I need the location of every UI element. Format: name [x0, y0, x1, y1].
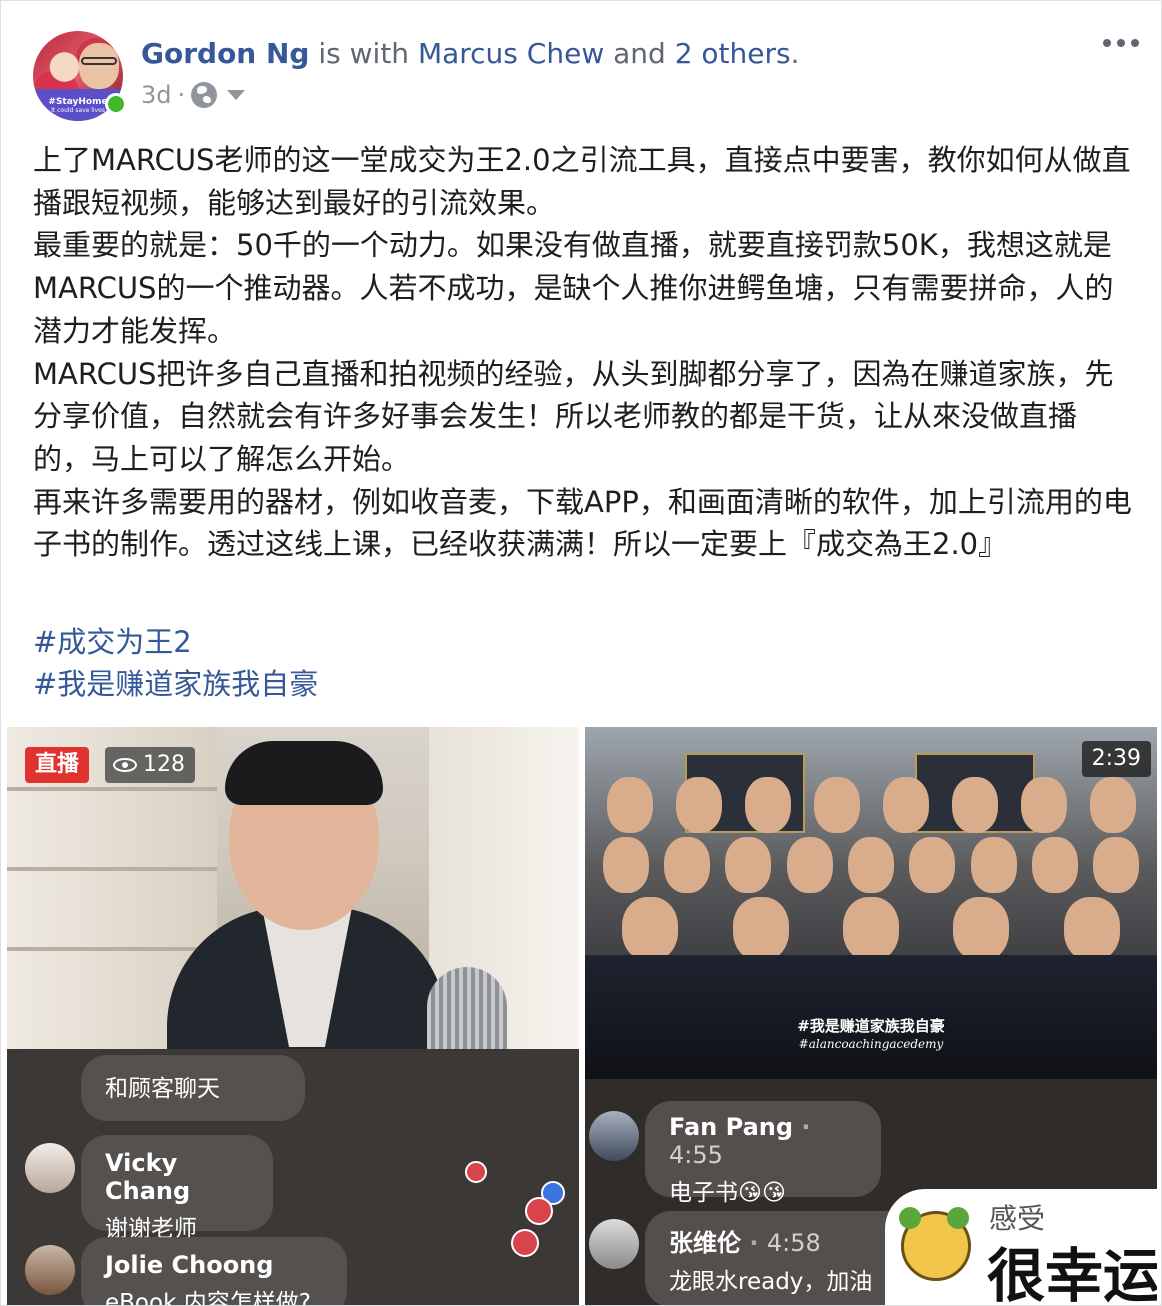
clover-icon: [947, 1207, 969, 1229]
person: [732, 897, 789, 961]
meta-separator: ·: [177, 81, 186, 109]
post-meta: 3d ·: [141, 81, 246, 109]
live-badge: 直播: [25, 747, 90, 783]
person: [953, 897, 1010, 961]
post-paragraph: MARCUS把许多自己直播和拍视频的经验，从头到脚都分享了，因為在赚道家族，先分…: [33, 356, 1114, 476]
more-dot: [1117, 39, 1125, 47]
with-text: is with: [309, 37, 418, 70]
heart-reaction-icon: [511, 1229, 539, 1257]
video-comments-overlay: Fan Pang · 4:55 电子书😘😘 张维伦 · 4:58 龙眼水read…: [585, 1079, 1157, 1305]
shelf-line: [7, 947, 217, 951]
post-text: 上了MARCUS老师的这一堂成交为王2.0之引流工具，直接点中要害，教你如何从做…: [33, 139, 1133, 566]
person: [909, 837, 956, 893]
video-watermark-tag: #我是赚道家族我自豪: [797, 1017, 945, 1035]
post-timestamp[interactable]: 3d: [141, 81, 172, 109]
shelf-line: [7, 787, 217, 791]
person: [882, 777, 929, 833]
comment-separator: ·: [749, 1229, 759, 1257]
person: [663, 837, 710, 893]
shelf-line: [7, 867, 217, 871]
feed-post: #StayHome It could save lives Gordon Ng …: [0, 0, 1162, 1306]
post-header: Gordon Ng is with Marcus Chew and 2 othe…: [141, 37, 800, 70]
more-dot: [1103, 39, 1111, 47]
tagged-user-link[interactable]: Marcus Chew: [418, 37, 604, 70]
comment-time: 4:58: [766, 1229, 821, 1257]
post-paragraph: 上了MARCUS老师的这一堂成交为王2.0之引流工具，直接点中要害，教你如何从做…: [33, 143, 1131, 220]
more-options-icon[interactable]: [1103, 39, 1139, 47]
person: [602, 837, 649, 893]
live-comments-overlay: 和顾客聊天 Vicky Chang 谢谢老师 Jolie Choong eBoo…: [7, 1049, 579, 1305]
person: [1031, 837, 1078, 893]
more-dot: [1131, 39, 1139, 47]
feeling-sticker: 感受 很幸运: [885, 1189, 1157, 1305]
person: [970, 837, 1017, 893]
person: [786, 837, 833, 893]
person: [951, 777, 998, 833]
live-video-thumbnail[interactable]: 直播 128 和顾客聊天 Vicky Chang 谢谢老师 Jolie Choo…: [7, 727, 579, 1305]
viewer-count: 128: [143, 752, 185, 777]
avatar-face: [79, 43, 119, 89]
person: [606, 777, 653, 833]
clover-icon: [899, 1207, 921, 1229]
person: [1063, 897, 1120, 961]
period-text: .: [790, 37, 800, 70]
video-watermark-sub: #alancoachingacedemy: [798, 1037, 944, 1051]
comment-bubble: Vicky Chang 谢谢老师: [81, 1135, 273, 1242]
chevron-down-icon[interactable]: [227, 90, 246, 100]
comment-bubble: Fan Pang · 4:55 电子书😘😘: [645, 1101, 881, 1206]
post-paragraph: 再来许多需要用的器材，例如收音麦，下载APP，和画面清晰的软件，加上引流用的电子…: [33, 484, 1132, 562]
crowd-row: [595, 837, 1147, 893]
online-status-dot: [105, 93, 127, 115]
commenter-name: Vicky Chang: [105, 1149, 191, 1205]
comment-text: 和顾客聊天: [105, 1076, 220, 1102]
heart-reaction-icon: [525, 1197, 553, 1225]
crowd-row: [595, 777, 1147, 833]
author-name-link[interactable]: Gordon Ng: [141, 37, 309, 70]
video-scene: [7, 727, 579, 1067]
commenter-name: 张维伦: [669, 1229, 741, 1257]
comment-bubble: 和顾客聊天: [81, 1055, 305, 1121]
person: [744, 777, 791, 833]
comment-text: 龙眼水ready，加油: [669, 1269, 873, 1295]
post-paragraph: 最重要的就是：50千的一个动力。如果没有做直播，就要直接罚款50K，我想这就是M…: [33, 228, 1114, 348]
person: [1093, 837, 1140, 893]
person: [622, 897, 679, 961]
comment-header: Fan Pang · 4:55: [669, 1113, 857, 1169]
commenter-name: Fan Pang: [669, 1113, 794, 1141]
video-scene: #我是赚道家族我自豪 #alancoachingacedemy: [585, 727, 1157, 1079]
commenter-avatar: [589, 1219, 639, 1269]
person: [847, 837, 894, 893]
commenter-avatar: [589, 1111, 639, 1161]
eye-icon: [113, 758, 137, 772]
person: [842, 897, 899, 961]
crowd-row: [595, 897, 1147, 961]
person: [725, 837, 772, 893]
globe-icon[interactable]: [191, 82, 218, 108]
comment-bubble: Jolie Choong eBook 内容怎样做?: [81, 1237, 347, 1305]
person: [1020, 777, 1067, 833]
avatar-glasses: [81, 57, 117, 65]
hashtag-link[interactable]: #我是赚道家族我自豪: [33, 663, 318, 705]
comment-header: 张维伦 · 4:58: [669, 1223, 921, 1258]
heart-reaction-icon: [465, 1161, 487, 1183]
hashtag-link[interactable]: #成交为王2: [33, 621, 318, 663]
comment-time: 4:55: [669, 1141, 723, 1169]
video-duration: 2:39: [1081, 741, 1151, 777]
others-link[interactable]: 2 others: [675, 37, 791, 70]
hashtag-list: #成交为王2 #我是赚道家族我自豪: [33, 621, 318, 705]
commenter-name: Jolie Choong: [105, 1251, 274, 1279]
commenter-avatar: [25, 1143, 75, 1193]
person: [675, 777, 722, 833]
sticker-big-text: 很幸运: [987, 1242, 1157, 1305]
group-video-thumbnail[interactable]: #我是赚道家族我自豪 #alancoachingacedemy 2:39 Fan…: [585, 727, 1157, 1305]
comment-separator: ·: [801, 1113, 811, 1141]
viewer-count-badge: 128: [105, 747, 195, 783]
person: [813, 777, 860, 833]
person: [1089, 777, 1136, 833]
and-text: and: [604, 37, 675, 70]
comment-text: eBook 内容怎样做?: [105, 1290, 311, 1305]
commenter-avatar: [25, 1245, 75, 1295]
comment-text: 电子书😘😘: [669, 1180, 786, 1206]
presenter-hair: [225, 741, 383, 805]
